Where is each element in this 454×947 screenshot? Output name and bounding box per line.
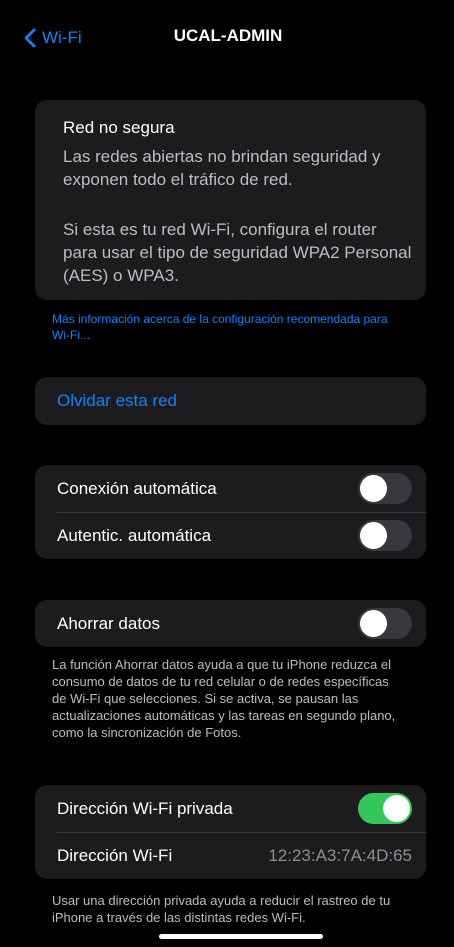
auto-settings-group: Conexión automática Autentic. automática — [35, 465, 426, 559]
insecure-network-warning: Red no segura Las redes abiertas no brin… — [35, 100, 426, 300]
data-saver-group: Ahorrar datos — [35, 600, 426, 647]
toggle-knob — [360, 610, 387, 637]
home-indicator[interactable] — [159, 934, 323, 939]
warning-text-open-networks: Las redes abiertas no brindan seguridad … — [63, 147, 381, 189]
navigation-bar: Wi-Fi UCAL-ADMIN — [15, 0, 441, 78]
data-saver-row: Ahorrar datos — [35, 600, 426, 647]
toggle-knob — [360, 522, 387, 549]
auto-login-toggle[interactable] — [358, 520, 412, 551]
warning-title: Red no segura — [63, 118, 175, 137]
data-saver-footnote: La función Ahorrar datos ayuda a que tu … — [52, 657, 396, 740]
toggle-knob — [360, 475, 387, 502]
private-address-group: Dirección Wi-Fi privada Dirección Wi-Fi … — [35, 785, 426, 879]
private-address-toggle[interactable] — [358, 793, 412, 824]
wifi-address-value: 12:23:A3:7A:4D:65 — [268, 846, 412, 865]
auto-login-label: Autentic. automática — [57, 526, 212, 545]
wifi-address-row: Dirección Wi-Fi 12:23:A3:7A:4D:65 — [35, 832, 426, 879]
data-saver-label: Ahorrar datos — [57, 614, 160, 633]
page-title: UCAL-ADMIN — [173, 26, 283, 45]
auto-join-label: Conexión automática — [57, 479, 217, 498]
private-address-label: Dirección Wi-Fi privada — [57, 799, 233, 818]
wifi-network-detail-screen: Wi-Fi UCAL-ADMIN Red no segura Las redes… — [15, 0, 441, 947]
forget-network-label: Olvidar esta red — [57, 391, 177, 410]
auto-join-toggle[interactable] — [358, 473, 412, 504]
toggle-knob — [383, 795, 410, 822]
warning-text-router-advice: Si esta es tu red Wi-Fi, configura el ro… — [63, 220, 412, 285]
auto-join-row: Conexión automática — [35, 465, 426, 512]
wifi-address-label: Dirección Wi-Fi — [57, 846, 173, 865]
data-saver-toggle[interactable] — [358, 608, 412, 639]
auto-login-row: Autentic. automática — [35, 512, 426, 559]
private-address-footnote: Usar una dirección privada ayuda a reduc… — [52, 893, 391, 925]
recommended-settings-link[interactable]: Más información acerca de la configuraci… — [52, 311, 402, 343]
private-address-row: Dirección Wi-Fi privada — [35, 785, 426, 832]
forget-network-button[interactable]: Olvidar esta red — [35, 377, 426, 425]
